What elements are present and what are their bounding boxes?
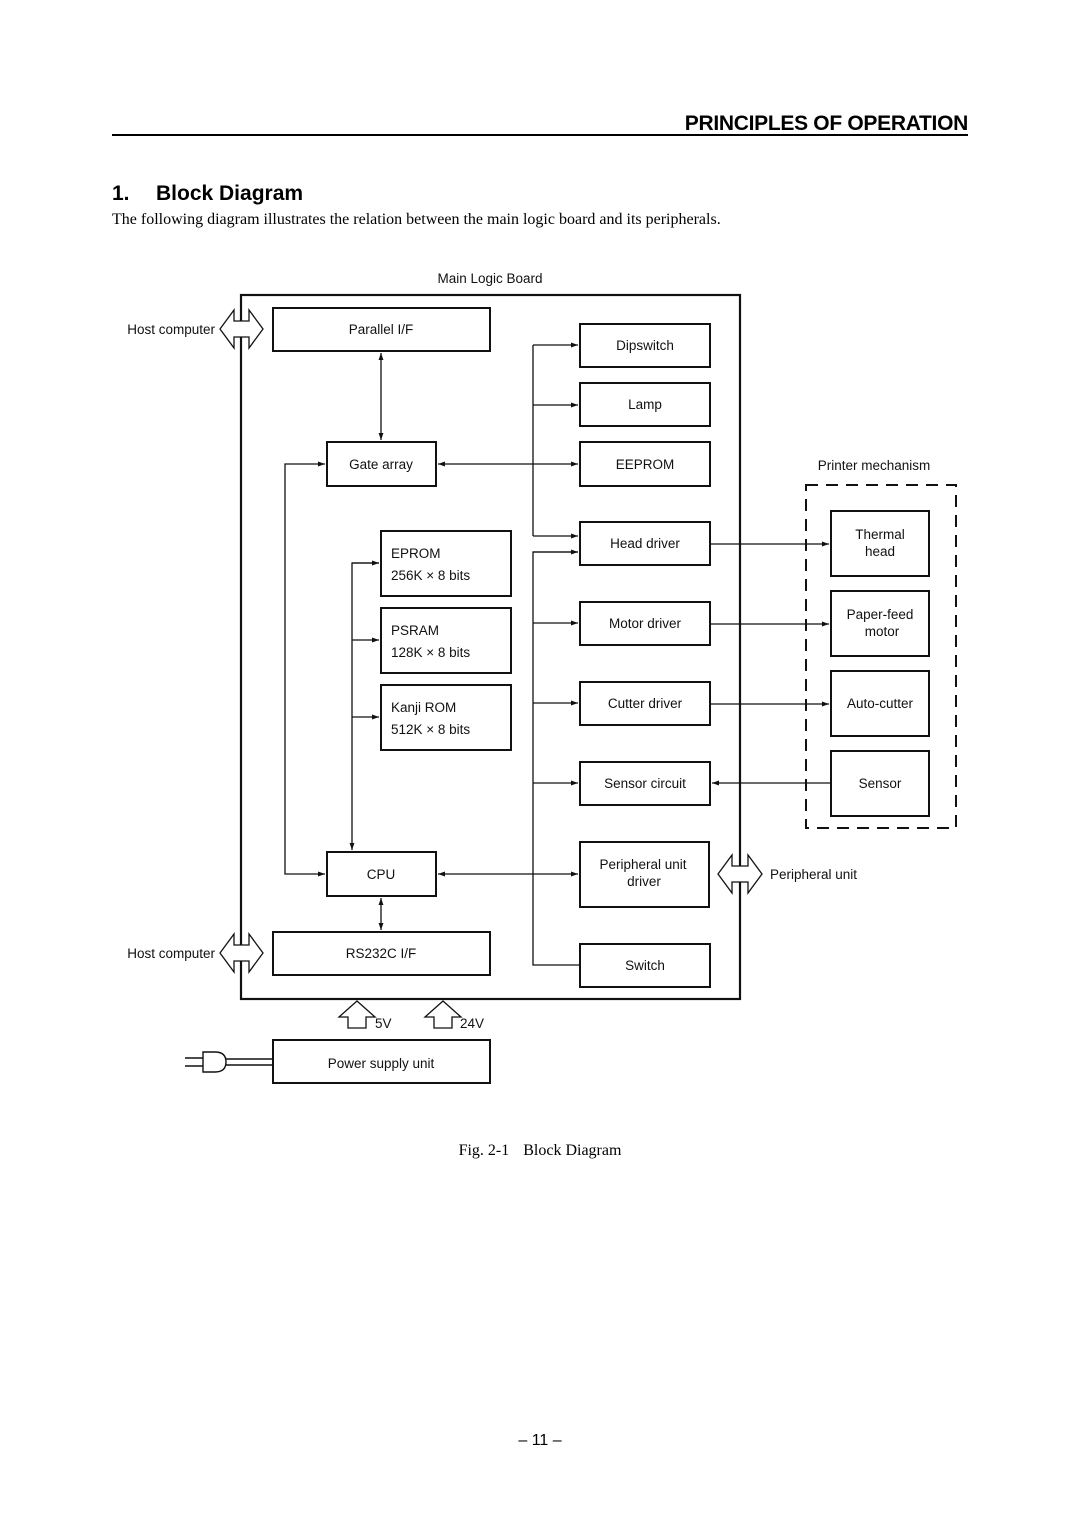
svg-text:Gate array: Gate array <box>349 457 413 472</box>
svg-text:Lamp: Lamp <box>628 397 662 412</box>
block-sensor-circuit: Sensor circuit <box>579 761 711 806</box>
svg-text:512K × 8 bits: 512K × 8 bits <box>391 722 470 737</box>
power-5v-arrow-icon <box>337 1000 377 1029</box>
block-eeprom: EEPROM <box>579 441 711 487</box>
svg-text:Sensor circuit: Sensor circuit <box>604 776 686 791</box>
block-diagram: Main Logic Board Printer mechanism Paral… <box>127 271 957 1084</box>
svg-text:motor: motor <box>865 624 900 639</box>
block-peripheral-unit-driver: Peripheral unit driver <box>579 841 710 908</box>
svg-text:PSRAM: PSRAM <box>391 623 439 638</box>
main-board-label: Main Logic Board <box>437 271 542 286</box>
printer-mechanism-label: Printer mechanism <box>818 458 931 473</box>
svg-text:driver: driver <box>627 874 661 889</box>
block-dipswitch: Dipswitch <box>579 323 711 368</box>
figure-number: Fig. 2-1 <box>458 1142 510 1159</box>
svg-text:Head driver: Head driver <box>610 536 680 551</box>
svg-text:Cutter driver: Cutter driver <box>608 696 683 711</box>
svg-text:Peripheral unit: Peripheral unit <box>599 857 686 872</box>
link-gate-cpu-loop <box>284 461 325 877</box>
svg-text:head: head <box>865 544 895 559</box>
block-paper-feed-motor: Paper-feed motor <box>830 590 930 657</box>
block-cutter-driver: Cutter driver <box>579 681 711 726</box>
power-5v-label: 5V <box>375 1016 392 1031</box>
svg-text:Dipswitch: Dipswitch <box>616 338 674 353</box>
block-parallel-if: Parallel I/F <box>272 307 491 352</box>
block-eprom: EPROM 256K × 8 bits <box>380 530 512 597</box>
svg-text:EEPROM: EEPROM <box>616 457 675 472</box>
svg-text:Motor driver: Motor driver <box>609 616 682 631</box>
svg-text:Sensor: Sensor <box>859 776 902 791</box>
block-lamp: Lamp <box>579 382 711 427</box>
svg-text:RS232C I/F: RS232C I/F <box>346 946 417 961</box>
block-switch: Switch <box>579 943 711 988</box>
host-computer-bottom-label: Host computer <box>127 946 215 961</box>
svg-text:Kanji ROM: Kanji ROM <box>391 700 456 715</box>
peripheral-unit-label: Peripheral unit <box>770 867 857 882</box>
power-24v-label: 24V <box>460 1016 484 1031</box>
svg-text:Power supply unit: Power supply unit <box>328 1056 435 1071</box>
block-sensor: Sensor <box>830 750 930 817</box>
memory-bus <box>349 562 379 850</box>
svg-text:EPROM: EPROM <box>391 546 441 561</box>
svg-text:128K × 8 bits: 128K × 8 bits <box>391 645 470 660</box>
svg-text:Paper-feed: Paper-feed <box>847 607 914 622</box>
power-plug-icon <box>185 1051 273 1073</box>
bus-trunk-lower <box>532 551 580 966</box>
power-24v-arrow-icon <box>423 1000 463 1029</box>
block-head-driver: Head driver <box>579 521 711 566</box>
svg-text:CPU: CPU <box>367 867 396 882</box>
block-psram: PSRAM 128K × 8 bits <box>380 607 512 674</box>
block-kanji-rom: Kanji ROM 512K × 8 bits <box>380 684 512 751</box>
figure-caption: Fig. 2-1 Block Diagram <box>0 1142 1080 1160</box>
svg-text:Parallel I/F: Parallel I/F <box>349 322 414 337</box>
svg-text:Auto-cutter: Auto-cutter <box>847 696 914 711</box>
svg-text:256K × 8 bits: 256K × 8 bits <box>391 568 470 583</box>
block-motor-driver: Motor driver <box>579 601 711 646</box>
host-computer-top-label: Host computer <box>127 322 215 337</box>
block-power-supply-unit: Power supply unit <box>272 1039 491 1084</box>
svg-text:Thermal: Thermal <box>855 527 905 542</box>
svg-text:Switch: Switch <box>625 958 665 973</box>
block-cpu: CPU <box>326 851 437 897</box>
figure-title: Block Diagram <box>523 1142 622 1159</box>
block-auto-cutter: Auto-cutter <box>830 670 930 737</box>
block-thermal-head: Thermal head <box>830 510 930 577</box>
page-number: – 11 – <box>518 1432 562 1449</box>
block-rs232c-if: RS232C I/F <box>272 931 491 976</box>
block-gate-array: Gate array <box>326 441 437 487</box>
